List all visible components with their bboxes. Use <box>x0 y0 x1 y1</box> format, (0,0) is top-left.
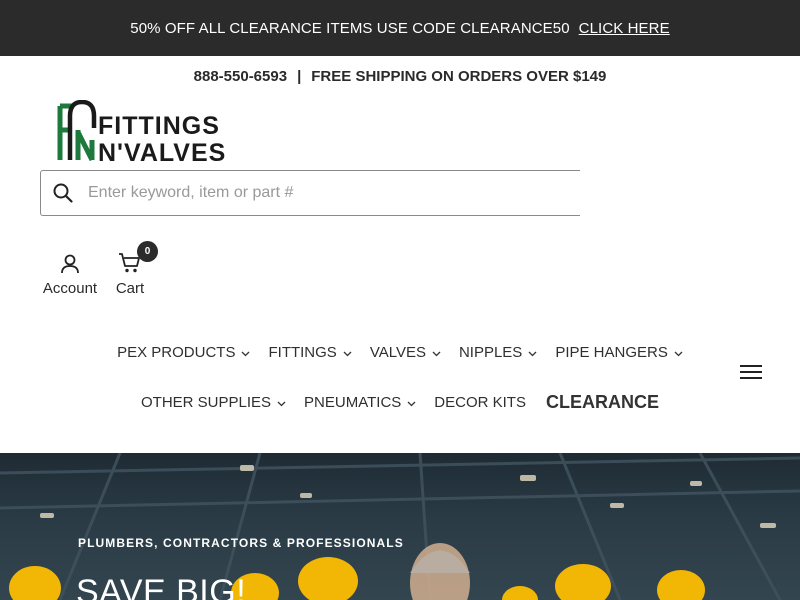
account-label: Account <box>42 280 98 297</box>
main-nav-row-1: PEX PRODUCTS FITTINGS VALVES NIPPLES PIP… <box>0 340 800 364</box>
search-input[interactable] <box>85 173 555 213</box>
nav-item-pneumatics[interactable]: PNEUMATICS <box>304 394 416 411</box>
nav-item-pex-products[interactable]: PEX PRODUCTS <box>117 344 250 361</box>
phone-number[interactable]: 888-550-6593 <box>194 68 287 85</box>
nav-item-pipe-hangers[interactable]: PIPE HANGERS <box>555 344 683 361</box>
nav-label: OTHER SUPPLIES <box>141 393 272 411</box>
cart-link[interactable]: 0 Cart <box>110 241 158 297</box>
nav-label: CLEARANCE <box>545 391 659 412</box>
svg-text:N'VALVES: N'VALVES <box>98 139 226 166</box>
announcement-link[interactable]: CLICK HERE <box>579 20 670 37</box>
announcement-text: 50% OFF ALL CLEARANCE ITEMS USE CODE CLE… <box>130 19 570 37</box>
cart-label: Cart <box>115 280 145 297</box>
chevron-down-icon <box>277 394 286 411</box>
nav-label: PIPE HANGERS <box>555 343 668 361</box>
nav-item-other-supplies[interactable]: OTHER SUPPLIES <box>141 394 286 411</box>
info-bar: 888-550-6593 | FREE SHIPPING ON ORDERS O… <box>0 56 800 96</box>
hero-eyebrow: PLUMBERS, CONTRACTORS & PROFESSIONALS <box>78 536 404 550</box>
free-shipping-text: FREE SHIPPING ON ORDERS OVER $149 <box>311 67 607 85</box>
account-link[interactable]: Account <box>40 250 100 297</box>
nav-item-clearance[interactable]: CLEARANCE <box>546 392 659 413</box>
nav-label: NIPPLES <box>458 343 523 361</box>
nav-label: PEX PRODUCTS <box>117 343 236 361</box>
chevron-down-icon <box>407 394 416 411</box>
nav-item-nipples[interactable]: NIPPLES <box>459 344 537 361</box>
chevron-down-icon <box>241 344 250 361</box>
hero-banner: PLUMBERS, CONTRACTORS & PROFESSIONALS SA… <box>0 453 800 600</box>
main-nav-row-2: OTHER SUPPLIES PNEUMATICS DECOR KITS CLE… <box>0 389 800 415</box>
announcement-bar: 50% OFF ALL CLEARANCE ITEMS USE CODE CLE… <box>0 0 800 56</box>
cart-count-badge: 0 <box>137 241 158 262</box>
hamburger-icon[interactable] <box>740 365 762 383</box>
site-logo[interactable]: FITTINGS N'VALVES <box>56 100 226 166</box>
nav-item-fittings[interactable]: FITTINGS <box>268 343 352 361</box>
nav-label: PNEUMATICS <box>304 393 402 411</box>
nav-item-valves[interactable]: VALVES <box>370 344 441 361</box>
search-bar <box>40 170 580 216</box>
nav-label: FITTINGS <box>268 343 337 361</box>
info-separator: | <box>297 67 302 85</box>
search-icon[interactable] <box>41 171 85 215</box>
nav-label: VALVES <box>369 343 426 361</box>
chevron-down-icon <box>432 344 441 361</box>
nav-item-decor-kits[interactable]: DECOR KITS <box>434 394 526 411</box>
chevron-down-icon <box>674 344 683 361</box>
chevron-down-icon <box>528 344 537 361</box>
user-icon <box>40 254 100 274</box>
chevron-down-icon <box>343 344 352 361</box>
svg-text:FITTINGS: FITTINGS <box>98 112 220 140</box>
nav-label: DECOR KITS <box>434 393 526 411</box>
hero-headline: SAVE BIG! <box>76 573 247 600</box>
